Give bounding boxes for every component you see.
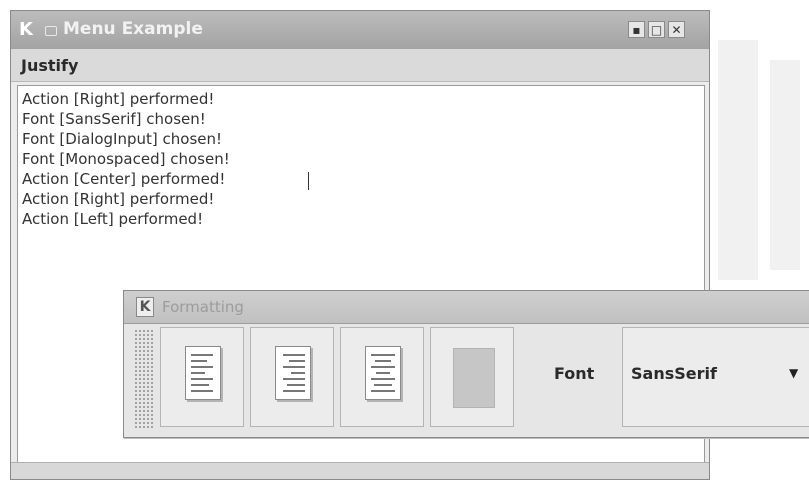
color-swatch (453, 348, 495, 408)
align-center-icon (365, 346, 401, 400)
align-right-icon (275, 346, 311, 400)
window-title: Menu Example (63, 19, 203, 39)
text-caret (308, 172, 309, 190)
chevron-down-icon[interactable]: ▼ (789, 366, 798, 380)
close-button[interactable]: ✕ (668, 21, 685, 38)
align-left-icon (185, 346, 221, 400)
toolbar-title-bar[interactable]: K Formatting ✕ (124, 291, 809, 324)
minimize-button[interactable]: ▪ (628, 21, 645, 38)
font-label: Font (554, 364, 595, 383)
log-line: Font [SansSerif] chosen! (22, 110, 206, 128)
title-bar[interactable]: K Menu Example ▪ □ ✕ (11, 11, 709, 50)
menu-justify[interactable]: Justify (17, 54, 82, 77)
log-line: Action [Right] performed! (22, 90, 215, 108)
menu-bar: Justify (11, 49, 709, 82)
status-strip (11, 462, 709, 479)
align-right-button[interactable] (250, 327, 334, 427)
font-select[interactable]: SansSerif ▼ (622, 327, 809, 427)
color-button[interactable] (430, 327, 514, 427)
kde-logo-icon[interactable]: K (19, 20, 37, 40)
background-shape (770, 60, 800, 270)
maximize-button[interactable]: □ (648, 21, 665, 38)
log-line: Action [Center] performed! (22, 170, 226, 188)
align-left-button[interactable] (160, 327, 244, 427)
log-line: Font [Monospaced] chosen! (22, 150, 230, 168)
log-line: Font [DialogInput] chosen! (22, 130, 223, 148)
background-shape (718, 40, 758, 280)
formatting-toolbar-window: K Formatting ✕ (123, 290, 809, 438)
log-line: Action [Left] performed! (22, 210, 204, 228)
toolbar-title: Formatting (162, 298, 244, 316)
align-center-button[interactable] (340, 327, 424, 427)
log-line: Action [Right] performed! (22, 190, 215, 208)
font-select-value: SansSerif (631, 364, 717, 383)
pin-icon[interactable] (45, 26, 57, 36)
toolbar-drag-grip[interactable] (134, 329, 154, 429)
kde-logo-icon[interactable]: K (136, 297, 154, 317)
